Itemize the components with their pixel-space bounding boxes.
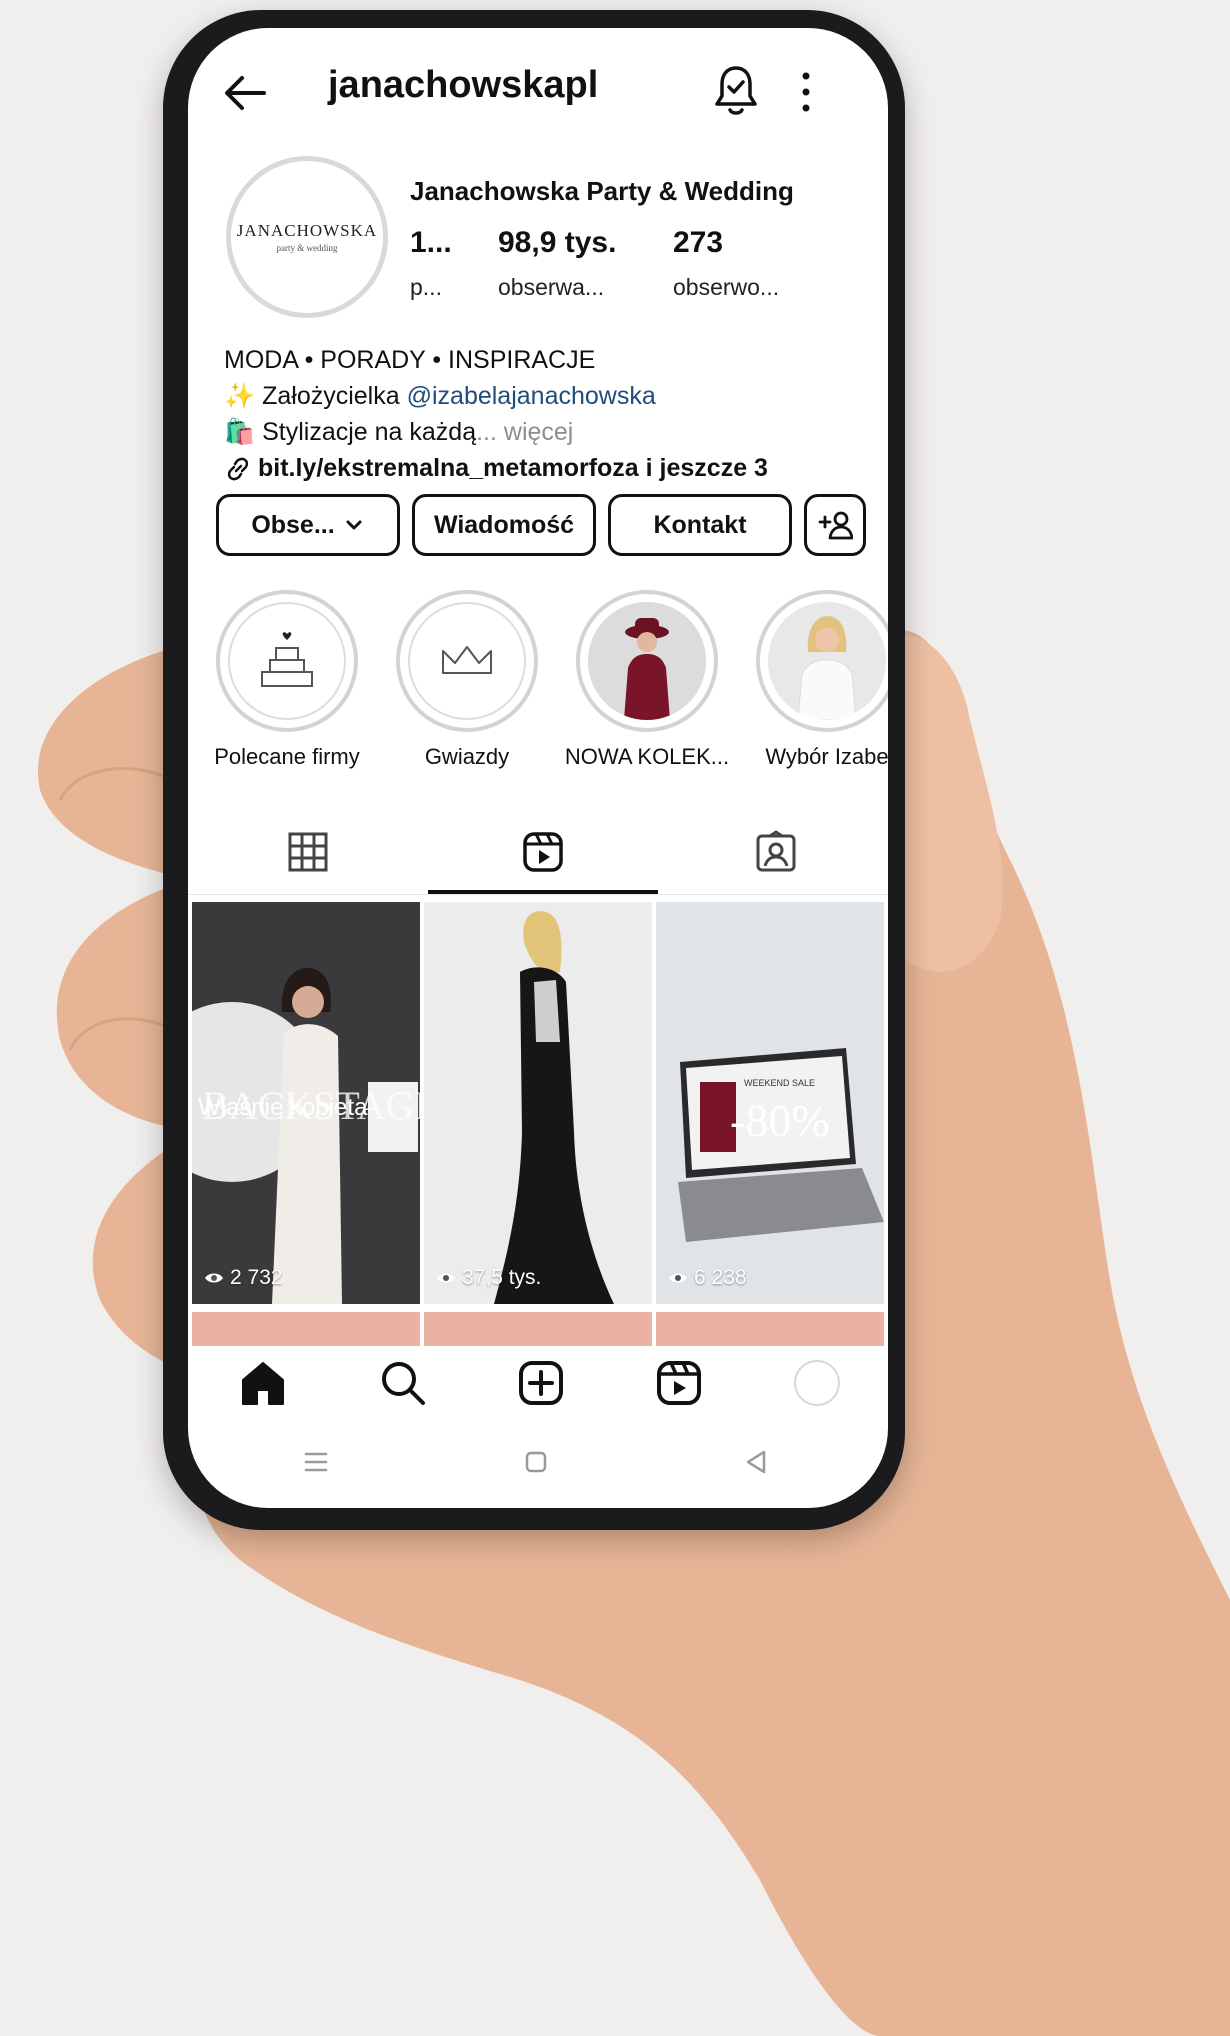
grid-tab-icon[interactable] — [286, 830, 330, 874]
phone-screen: janachowskapl JANACHOWSKA party & weddin… — [188, 28, 888, 1508]
following-count[interactable]: 273 — [673, 226, 723, 260]
recent-apps-icon[interactable] — [300, 1446, 332, 1478]
followers-label[interactable]: obserwa... — [498, 274, 604, 301]
notification-bell-icon[interactable] — [712, 64, 760, 116]
reel-row-2-tile-1[interactable] — [192, 1312, 420, 1346]
bio-line-2: ✨ Założycielka @izabelajanachowska — [224, 382, 656, 411]
reel-1-subtitle: Właśnie kobieta — [198, 1094, 368, 1121]
link-icon — [227, 457, 249, 480]
search-icon[interactable] — [378, 1358, 428, 1408]
reel-tile-1[interactable]: BACKSTAGE Właśnie kobieta 2 732 — [192, 902, 420, 1304]
avatar-logo-text: JANACHOWSKA — [236, 221, 378, 240]
reel-tile-2[interactable]: 37,5 tys. — [424, 902, 652, 1304]
profile-username: janachowskapl — [328, 64, 599, 106]
posts-count[interactable]: 1... — [410, 226, 452, 260]
follow-button-label: Obse... — [251, 510, 335, 539]
home-icon[interactable] — [238, 1358, 288, 1408]
wedding-cake-icon — [261, 632, 313, 687]
model-burgundy-dress-image — [588, 602, 706, 720]
reel-row-2-tile-3[interactable] — [656, 1312, 884, 1346]
highlight-polecane-firmy[interactable] — [216, 590, 358, 732]
highlight-label-2: Gwiazdy — [424, 744, 510, 769]
back-arrow-icon[interactable] — [220, 68, 270, 118]
message-button[interactable]: Wiadomość — [412, 494, 596, 556]
bio-link-row[interactable]: bit.ly/ekstremalna_metamorfoza i jeszcze… — [224, 454, 768, 483]
eye-icon — [437, 1273, 455, 1283]
reel-1-views-count: 2 732 — [230, 1266, 283, 1289]
following-label[interactable]: obserwo... — [673, 274, 779, 301]
followers-count[interactable]: 98,9 tys. — [498, 226, 616, 260]
bio-mention-link[interactable]: @izabelajanachowska — [407, 382, 656, 410]
create-post-icon[interactable] — [516, 1358, 566, 1408]
highlight-label-1: Polecane firmy — [214, 744, 360, 769]
reel-tile-3[interactable]: -80% WEEKEND SALE 6 238 — [656, 902, 884, 1304]
bio-line-1: MODA • PORADY • INSPIRACJE — [224, 346, 596, 374]
bio-styling-text: Stylizacje na każdą — [262, 418, 477, 446]
tagged-tab-icon[interactable] — [754, 830, 798, 874]
sparkles-emoji: ✨ — [224, 382, 256, 410]
active-tab-indicator — [428, 890, 658, 894]
highlight-nowa-kolekcja[interactable] — [576, 590, 718, 732]
shopping-bags-emoji: 🛍️ — [224, 418, 256, 446]
highlight-wybor-izabeli[interactable] — [756, 590, 888, 732]
reel-2-views: 37,5 tys. — [436, 1266, 541, 1290]
bio-line-3: 🛍️ Stylizacje na każdą... więcej — [224, 418, 573, 447]
bio-founder-text: Założycielka — [262, 382, 400, 410]
more-options-icon[interactable] — [796, 68, 816, 116]
reel-3-views: 6 238 — [668, 1266, 747, 1290]
eye-icon — [205, 1273, 223, 1283]
reel-3-sale-label: WEEKEND SALE — [744, 1078, 816, 1088]
reel-row-2-tile-2[interactable] — [424, 1312, 652, 1346]
eye-icon — [669, 1273, 687, 1283]
bio-link-text[interactable]: bit.ly/ekstremalna_metamorfoza i jeszcze… — [258, 454, 768, 483]
highlight-label-4: Wybór Izabe — [765, 744, 888, 769]
contact-button[interactable]: Kontakt — [608, 494, 792, 556]
highlight-label-3: NOWA KOLEK... — [564, 744, 730, 769]
bio-more-link[interactable]: ... więcej — [476, 418, 573, 446]
reel-3-discount: -80% — [730, 1095, 830, 1146]
posts-label[interactable]: p... — [410, 274, 442, 301]
reels-tab-icon[interactable] — [521, 830, 565, 874]
display-name: Janachowska Party & Wedding — [410, 176, 794, 206]
add-user-icon — [818, 511, 853, 540]
avatar-tagline: party & wedding — [276, 243, 338, 253]
reel-2-views-count: 37,5 tys. — [462, 1266, 542, 1289]
reels-nav-icon[interactable] — [654, 1358, 704, 1408]
model-white-shirt-image — [768, 602, 886, 720]
avatar[interactable]: JANACHOWSKA party & wedding — [226, 156, 388, 318]
home-button-icon[interactable] — [520, 1446, 552, 1478]
chevron-down-icon — [346, 520, 362, 530]
black-gown-photo — [424, 902, 652, 1304]
profile-avatar-icon[interactable] — [792, 1358, 842, 1408]
reel-3-views-count: 6 238 — [694, 1266, 747, 1289]
suggest-users-button[interactable] — [804, 494, 866, 556]
tabs-divider — [188, 894, 888, 895]
reel-1-views: 2 732 — [204, 1266, 283, 1290]
crown-icon — [442, 646, 492, 674]
system-back-icon[interactable] — [740, 1446, 772, 1478]
highlight-gwiazdy[interactable] — [396, 590, 538, 732]
follow-button[interactable]: Obse... — [216, 494, 400, 556]
